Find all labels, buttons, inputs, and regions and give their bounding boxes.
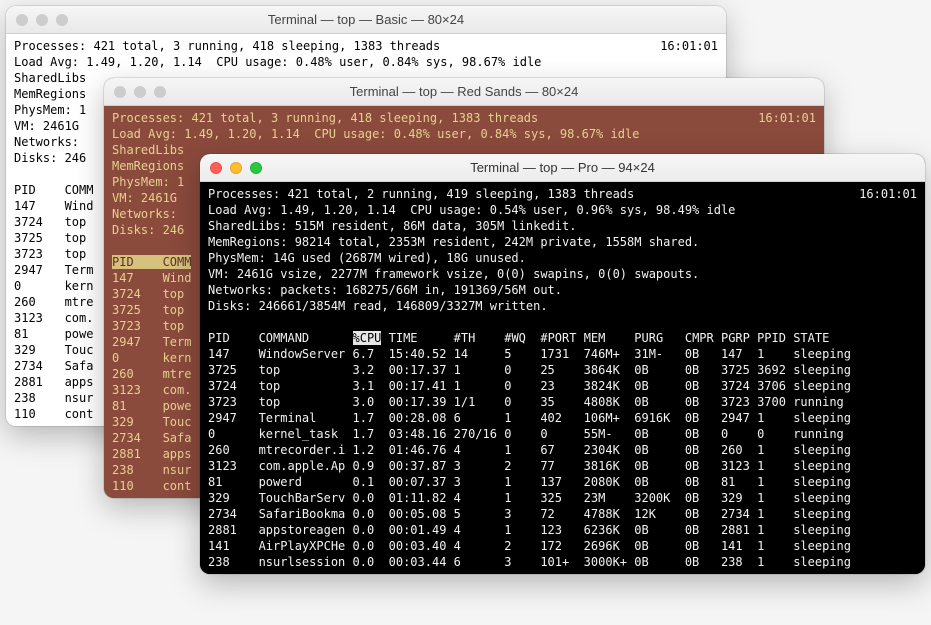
processes-line: Processes: 421 total, 3 running, 418 sle… xyxy=(14,38,440,54)
table-row: 2734 Safa xyxy=(112,431,191,445)
time: 16:01:01 xyxy=(859,186,917,202)
disks-line: Disks: 246 xyxy=(14,151,86,165)
table-row: 0 kernel_task 1.7 03:48.16 270/16 0 0 55… xyxy=(208,427,844,441)
networks-line: Networks: xyxy=(14,135,79,149)
table-row: 2947 Term xyxy=(112,335,191,349)
time: 16:01:01 xyxy=(660,38,718,54)
table-row: 3724 top 3.1 00:17.41 1 0 23 3824K 0B 0B… xyxy=(208,379,851,393)
close-icon[interactable] xyxy=(16,14,28,26)
networks-line: Networks: packets: 168275/66M in, 191369… xyxy=(208,283,562,297)
window-title: Terminal — top — Pro — 94×24 xyxy=(210,160,915,175)
zoom-icon[interactable] xyxy=(250,162,262,174)
table-row: 2734 Safa xyxy=(14,359,93,373)
processes-line: Processes: 421 total, 3 running, 418 sle… xyxy=(112,110,538,126)
table-row: 110 cont xyxy=(14,407,93,421)
table-row: 3725 top xyxy=(14,231,86,245)
vm-line: VM: 2461G xyxy=(14,119,79,133)
memregions-line: MemRegions: 98214 total, 2353M resident,… xyxy=(208,235,699,249)
minimize-icon[interactable] xyxy=(36,14,48,26)
titlebar[interactable]: Terminal — top — Basic — 80×24 xyxy=(6,6,726,34)
physmem-line: PhysMem: 1 xyxy=(14,103,86,117)
table-row: 3725 top xyxy=(112,303,184,317)
physmem-line: PhysMem: 14G used (2687M wired), 18G unu… xyxy=(208,251,526,265)
table-row: 238 nsurlsession 0.0 00:03.44 6 3 101+ 3… xyxy=(208,555,851,569)
table-row: 3123 com. xyxy=(14,311,93,325)
column-headers: PID COMM xyxy=(112,255,191,269)
table-row: 329 Touc xyxy=(112,415,191,429)
table-row: 81 powe xyxy=(14,327,93,341)
table-row: 2734 SafariBookma 0.0 00:05.08 5 3 72 47… xyxy=(208,507,851,521)
time: 16:01:01 xyxy=(758,110,816,126)
close-icon[interactable] xyxy=(114,86,126,98)
sharedlibs-line: SharedLibs: 515M resident, 86M data, 305… xyxy=(208,219,576,233)
disks-line: Disks: 246 xyxy=(112,223,184,237)
table-row: 3723 top xyxy=(112,319,184,333)
table-row: 329 TouchBarServ 0.0 01:11.82 4 1 325 23… xyxy=(208,491,851,505)
window-title: Terminal — top — Basic — 80×24 xyxy=(16,12,716,27)
table-row: 238 nsur xyxy=(112,463,191,477)
zoom-icon[interactable] xyxy=(56,14,68,26)
table-row: 0 kern xyxy=(14,279,93,293)
table-row: 2947 Terminal 1.7 00:28.08 6 1 402 106M+… xyxy=(208,411,851,425)
titlebar[interactable]: Terminal — top — Pro — 94×24 xyxy=(200,154,925,182)
titlebar[interactable]: Terminal — top — Red Sands — 80×24 xyxy=(104,78,824,106)
load-line: Load Avg: 1.49, 1.20, 1.14 CPU usage: 0.… xyxy=(208,203,735,217)
load-line: Load Avg: 1.49, 1.20, 1.14 CPU usage: 0.… xyxy=(112,127,639,141)
vm-line: VM: 2461G vsize, 2277M framework vsize, … xyxy=(208,267,699,281)
traffic-lights xyxy=(114,86,166,98)
table-row: 110 cont xyxy=(112,479,191,493)
table-row: 2947 Term xyxy=(14,263,93,277)
processes-line: Processes: 421 total, 2 running, 419 sle… xyxy=(208,186,634,202)
vm-line: VM: 2461G xyxy=(112,191,177,205)
memregions-line: MemRegions xyxy=(14,87,86,101)
table-row: 147 Wind xyxy=(14,199,93,213)
table-row: 238 nsur xyxy=(14,391,93,405)
table-row: 3725 top 3.2 00:17.37 1 0 25 3864K 0B 0B… xyxy=(208,363,851,377)
col-after: TIME #TH #WQ #PORT MEM PURG CMPR PGRP PP… xyxy=(381,331,829,345)
terminal-window-pro[interactable]: Terminal — top — Pro — 94×24 Processes: … xyxy=(200,154,925,574)
minimize-icon[interactable] xyxy=(134,86,146,98)
networks-line: Networks: xyxy=(112,207,177,221)
physmem-line: PhysMem: 1 xyxy=(112,175,184,189)
traffic-lights xyxy=(16,14,68,26)
col-before: PID COMMAND xyxy=(208,331,353,345)
table-row: 0 kern xyxy=(112,351,191,365)
table-row: 147 WindowServer 6.7 15:40.52 14 5 1731 … xyxy=(208,347,851,361)
load-line: Load Avg: 1.49, 1.20, 1.14 CPU usage: 0.… xyxy=(14,55,541,69)
zoom-icon[interactable] xyxy=(154,86,166,98)
close-icon[interactable] xyxy=(210,162,222,174)
traffic-lights xyxy=(210,162,262,174)
memregions-line: MemRegions xyxy=(112,159,184,173)
table-row: 81 powerd 0.1 00:07.37 3 1 137 2080K 0B … xyxy=(208,475,851,489)
table-row: 260 mtre xyxy=(14,295,93,309)
table-row: 3723 top 3.0 00:17.39 1/1 0 35 4808K 0B … xyxy=(208,395,844,409)
disks-line: Disks: 246661/3854M read, 146809/3327M w… xyxy=(208,299,548,313)
window-title: Terminal — top — Red Sands — 80×24 xyxy=(114,84,814,99)
table-row: 81 powe xyxy=(112,399,191,413)
minimize-icon[interactable] xyxy=(230,162,242,174)
table-row: 3724 top xyxy=(14,215,86,229)
terminal-content[interactable]: Processes: 421 total, 2 running, 419 sle… xyxy=(200,182,925,574)
table-row: 147 Wind xyxy=(112,271,191,285)
col-sort-cpu: %CPU xyxy=(353,331,382,345)
table-row: 260 mtre xyxy=(112,367,191,381)
table-row: 329 Touc xyxy=(14,343,93,357)
sharedlibs-line: SharedLibs xyxy=(14,71,86,85)
table-row: 3724 top xyxy=(112,287,184,301)
column-headers: PID COMMAND %CPU TIME #TH #WQ #PORT MEM … xyxy=(208,331,829,345)
table-row: 3123 com. xyxy=(112,383,191,397)
table-row: 2881 apps xyxy=(14,375,93,389)
sharedlibs-line: SharedLibs xyxy=(112,143,184,157)
table-row: 3723 top xyxy=(14,247,86,261)
column-headers: PID COMM xyxy=(14,183,93,197)
table-row: 141 AirPlayXPCHe 0.0 00:03.40 4 2 172 26… xyxy=(208,539,851,553)
table-row: 2881 appstoreagen 0.0 00:01.49 4 1 123 6… xyxy=(208,523,851,537)
table-row: 260 mtrecorder.i 1.2 01:46.76 4 1 67 230… xyxy=(208,443,851,457)
table-row: 2881 apps xyxy=(112,447,191,461)
table-row: 3123 com.apple.Ap 0.9 00:37.87 3 2 77 38… xyxy=(208,459,851,473)
